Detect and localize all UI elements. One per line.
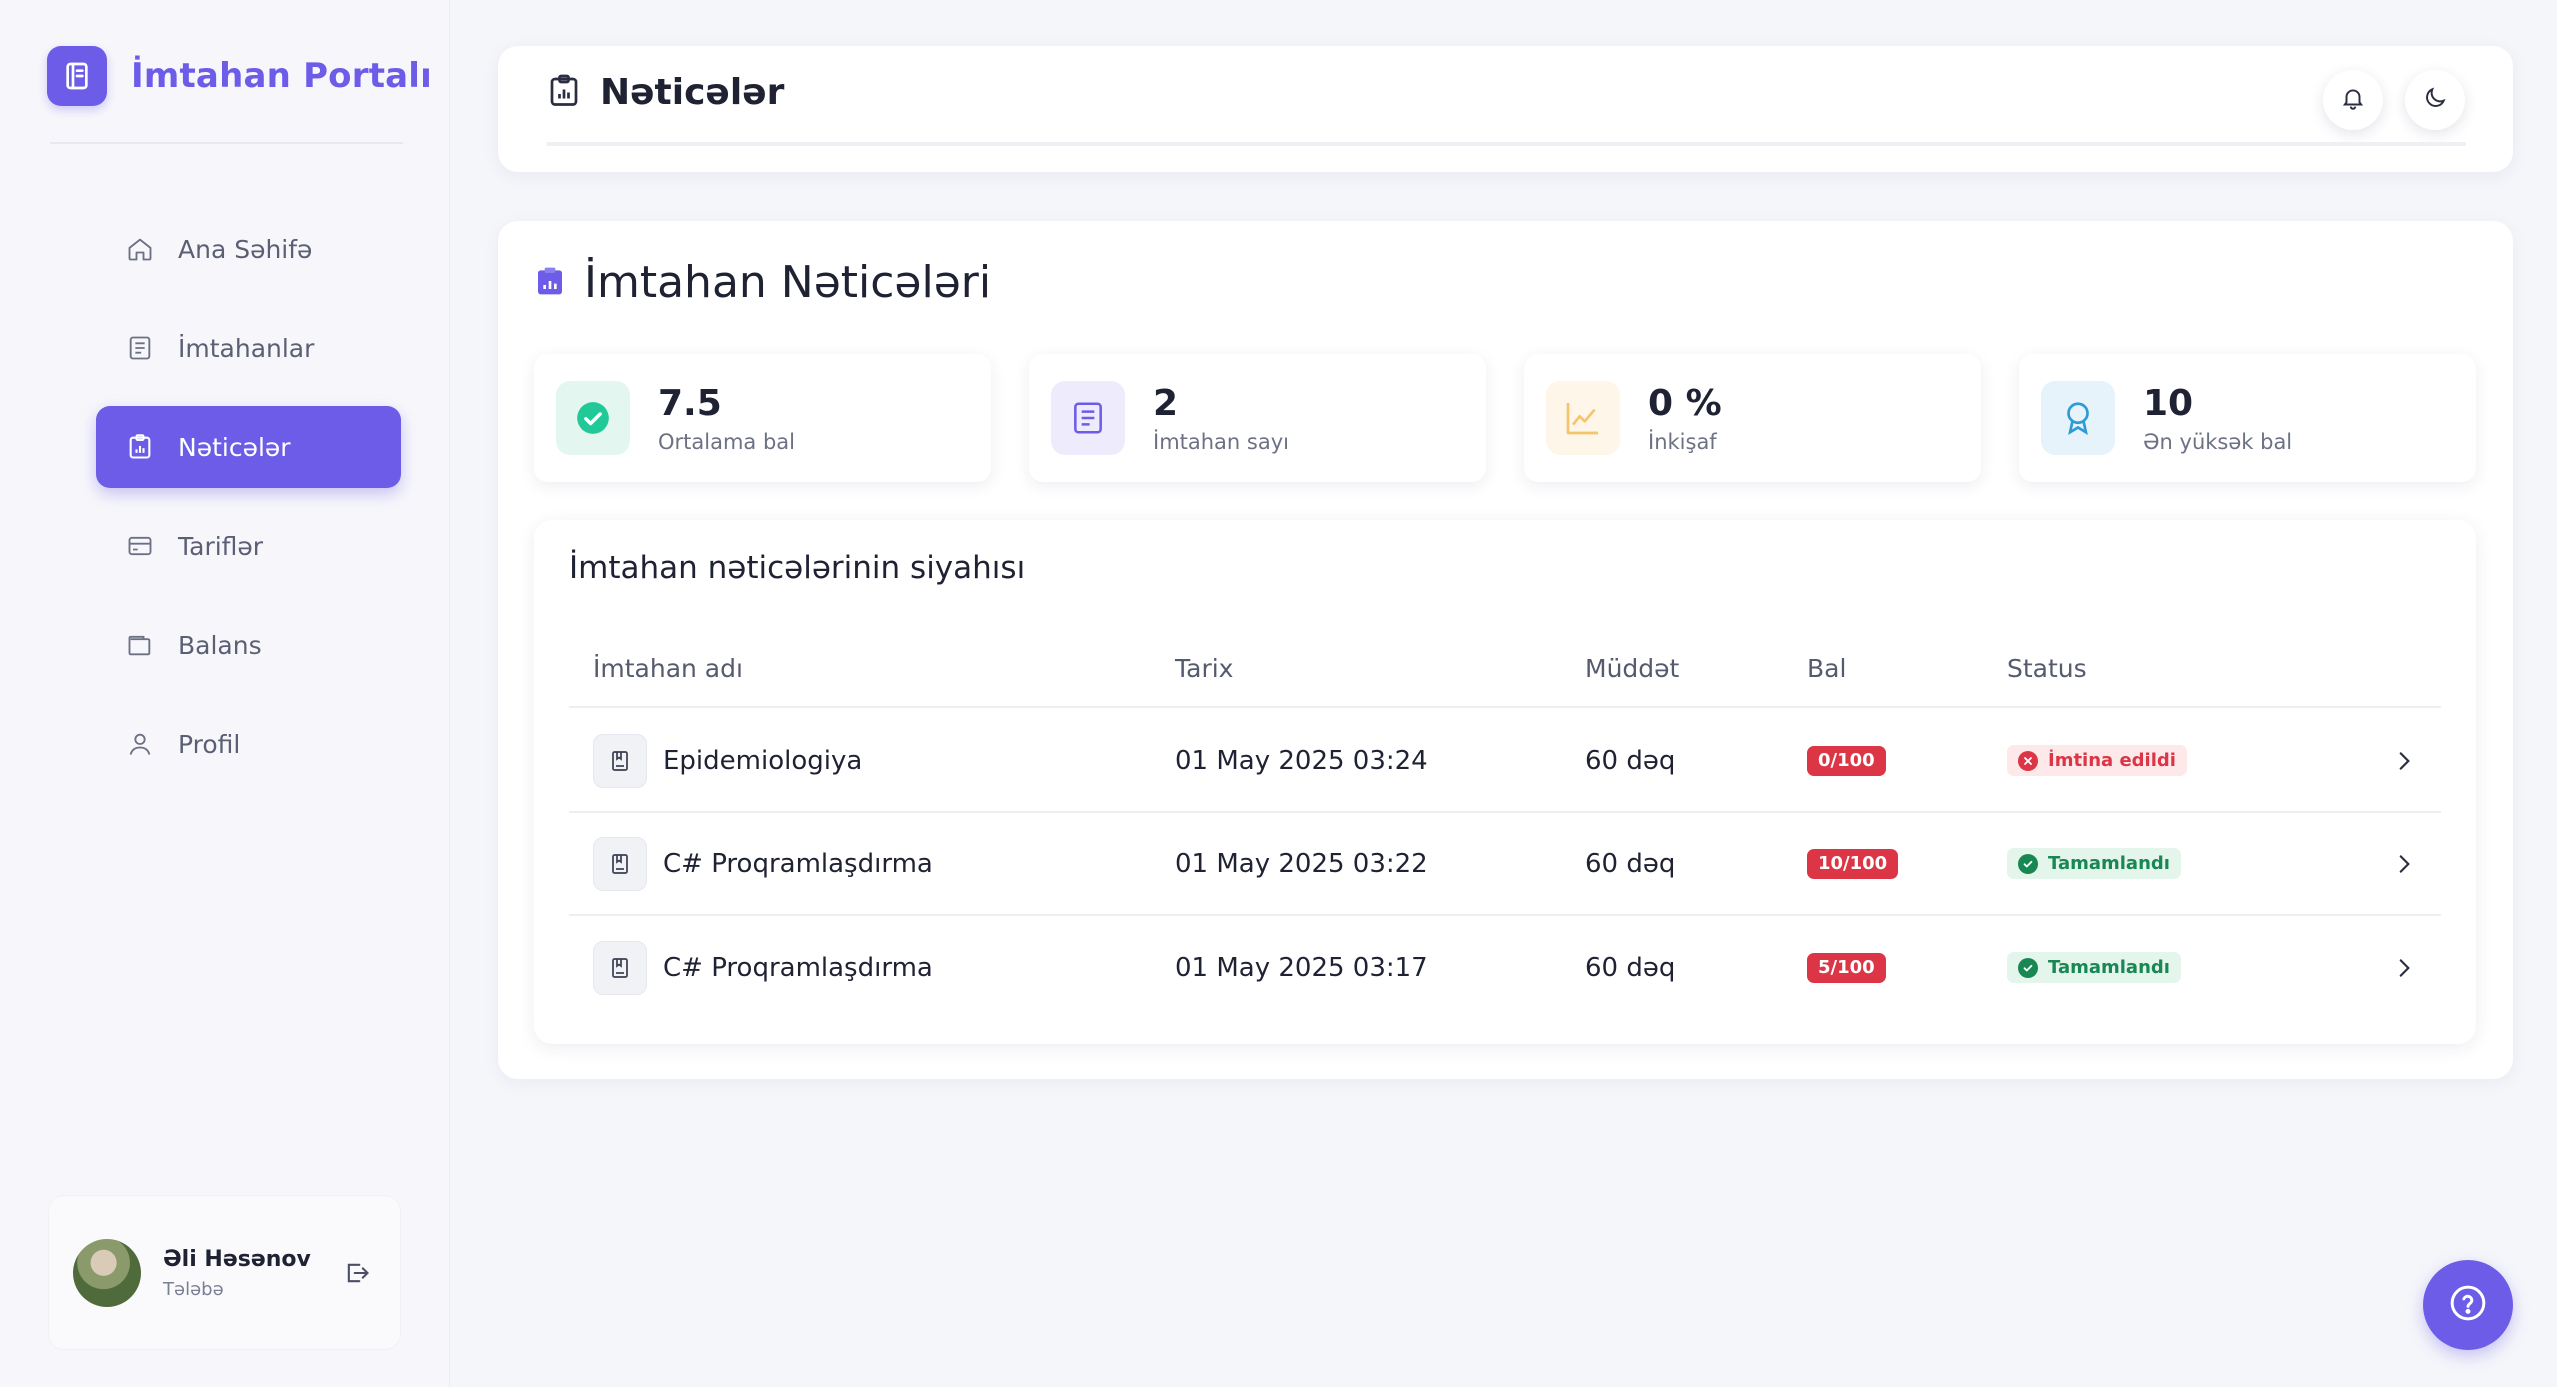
list-icon xyxy=(124,332,156,364)
stat-label: Ortalama bal xyxy=(658,429,796,454)
sidebar-item-label: Nəticələr xyxy=(178,432,291,462)
stat-value: 2 xyxy=(1153,382,1179,424)
sidebar-item-exams[interactable]: İmtahanlar xyxy=(96,307,401,389)
sidebar-item-balance[interactable]: Balans xyxy=(96,604,401,686)
sidebar-item-label: İmtahanlar xyxy=(178,333,315,363)
exam-date: 01 May 2025 03:22 xyxy=(1175,848,1428,879)
trend-icon xyxy=(1546,381,1620,455)
user-card: Əli Həsənov Tələbə xyxy=(48,1195,401,1350)
chevron-right-icon[interactable] xyxy=(2391,710,2417,811)
sidebar-item-profile[interactable]: Profil xyxy=(96,703,401,785)
user-name: Əli Həsənov xyxy=(163,1246,311,1272)
column-header: Müddət xyxy=(1585,654,1680,683)
clipboard-chart-icon xyxy=(534,264,566,302)
wallet-icon xyxy=(124,629,156,661)
book-icon xyxy=(593,940,647,995)
stat-label: İnkişaf xyxy=(1648,429,1717,454)
header-divider xyxy=(546,142,2466,146)
status-label: Tamamlandı xyxy=(2048,957,2170,978)
award-icon xyxy=(2041,381,2115,455)
page-title: Nəticələr xyxy=(600,72,785,113)
score-badge: 5/100 xyxy=(1807,952,1886,983)
chevron-right-icon[interactable] xyxy=(2391,916,2417,1019)
question-icon xyxy=(2448,1283,2488,1327)
divider xyxy=(50,142,403,144)
book-icon xyxy=(593,836,647,891)
notifications-button[interactable] xyxy=(2323,70,2383,130)
sidebar-item-results[interactable]: Nəticələr xyxy=(96,406,401,488)
sidebar-item-label: Profil xyxy=(178,729,241,759)
page-header: Nəticələr xyxy=(498,46,2513,172)
stats-row: 7.5 Ortalama bal 2 İmtahan sayı 0 % İnki… xyxy=(534,354,2476,482)
logo[interactable]: İmtahan Portalı xyxy=(47,46,432,106)
exam-duration: 60 dəq xyxy=(1585,745,1676,776)
status-label: İmtina edildi xyxy=(2048,750,2176,771)
column-header: İmtahan adı xyxy=(593,654,743,683)
check-circle-icon xyxy=(2018,957,2038,978)
exam-duration: 60 dəq xyxy=(1585,952,1676,983)
check-circle-icon xyxy=(2018,853,2038,874)
book-icon xyxy=(593,733,647,788)
sidebar-item-label: Ana Səhifə xyxy=(178,234,313,264)
exam-name: Epidemiologiya xyxy=(663,745,863,776)
logout-icon[interactable] xyxy=(341,1257,373,1289)
status-label: Tamamlandı xyxy=(2048,853,2170,874)
sidebar-nav: Ana Səhifə İmtahanlar Nəticələr Tariflər… xyxy=(96,208,401,802)
notebook-icon xyxy=(47,46,107,106)
results-card: İmtahan Nəticələri 7.5 Ortalama bal 2 İm… xyxy=(498,221,2513,1079)
table-header: İmtahan adı Tarix Müddət Bal Status xyxy=(569,638,2441,708)
table-title: İmtahan nəticələrinin siyahısı xyxy=(569,550,1026,586)
results-table: İmtahan nəticələrinin siyahısı İmtahan a… xyxy=(534,520,2476,1044)
credit-card-icon xyxy=(124,530,156,562)
x-circle-icon xyxy=(2018,750,2038,771)
table-row[interactable]: Epidemiologiya 01 May 2025 03:24 60 dəq … xyxy=(569,710,2441,813)
list-icon xyxy=(1051,381,1125,455)
exam-name: C# Proqramlaşdırma xyxy=(663,952,933,983)
check-circle-icon xyxy=(556,381,630,455)
stat-highest-score: 10 Ən yüksək bal xyxy=(2019,354,2476,482)
sidebar-item-tariffs[interactable]: Tariflər xyxy=(96,505,401,587)
sidebar: İmtahan Portalı Ana Səhifə İmtahanlar Nə… xyxy=(0,0,450,1387)
stat-progress: 0 % İnkişaf xyxy=(1524,354,1981,482)
score-badge: 10/100 xyxy=(1807,848,1899,879)
status-badge: Tamamlandı xyxy=(2007,848,2181,879)
exam-date: 01 May 2025 03:24 xyxy=(1175,745,1428,776)
help-button[interactable] xyxy=(2423,1260,2513,1350)
stat-value: 10 xyxy=(2143,382,2194,424)
status-badge: Tamamlandı xyxy=(2007,952,2181,983)
column-header: Tarix xyxy=(1175,654,1234,683)
stat-value: 0 % xyxy=(1648,382,1722,424)
score-badge: 0/100 xyxy=(1807,745,1886,776)
table-row[interactable]: C# Proqramlaşdırma 01 May 2025 03:17 60 … xyxy=(569,916,2441,1019)
stat-average-score: 7.5 Ortalama bal xyxy=(534,354,991,482)
avatar[interactable] xyxy=(73,1238,141,1307)
sidebar-item-label: Balans xyxy=(178,630,262,660)
clipboard-chart-icon xyxy=(546,73,582,113)
home-icon xyxy=(124,233,156,265)
stat-label: İmtahan sayı xyxy=(1153,429,1289,454)
exam-date: 01 May 2025 03:17 xyxy=(1175,952,1428,983)
status-badge: İmtina edildi xyxy=(2007,745,2187,776)
moon-icon xyxy=(2422,85,2448,115)
exam-duration: 60 dəq xyxy=(1585,848,1676,879)
theme-toggle-button[interactable] xyxy=(2405,70,2465,130)
user-icon xyxy=(124,728,156,760)
column-header: Bal xyxy=(1807,654,1847,683)
stat-exam-count: 2 İmtahan sayı xyxy=(1029,354,1486,482)
column-header: Status xyxy=(2007,654,2087,683)
user-role: Tələbə xyxy=(163,1278,224,1300)
clipboard-chart-icon xyxy=(124,431,156,463)
stat-label: Ən yüksək bal xyxy=(2143,429,2293,454)
table-row[interactable]: C# Proqramlaşdırma 01 May 2025 03:22 60 … xyxy=(569,813,2441,916)
sidebar-item-home[interactable]: Ana Səhifə xyxy=(96,208,401,290)
sidebar-item-label: Tariflər xyxy=(178,531,264,561)
exam-name: C# Proqramlaşdırma xyxy=(663,848,933,879)
app-title: İmtahan Portalı xyxy=(131,56,433,96)
bell-icon xyxy=(2340,85,2366,115)
section-title: İmtahan Nəticələri xyxy=(584,257,992,308)
chevron-right-icon[interactable] xyxy=(2391,813,2417,914)
stat-value: 7.5 xyxy=(658,382,722,424)
